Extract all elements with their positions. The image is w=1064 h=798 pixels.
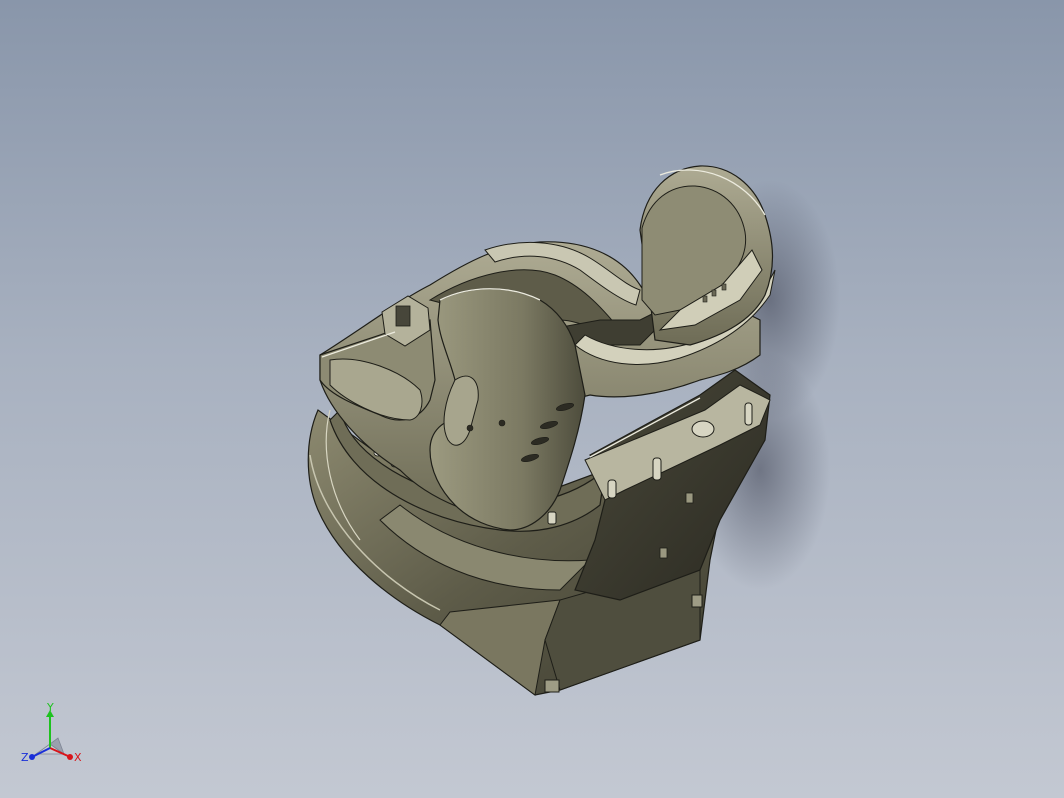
y-axis-label: Y [46, 702, 54, 714]
orientation-triad[interactable]: Y X Z [18, 702, 88, 772]
car-seat-model[interactable] [0, 0, 1064, 798]
x-axis-label: X [74, 751, 82, 764]
x-axis-arrow-icon [67, 754, 73, 760]
z-axis-label: Z [21, 751, 29, 764]
z-axis-arrow-icon [29, 754, 35, 760]
graphics-viewport[interactable]: Y X Z [0, 0, 1064, 798]
